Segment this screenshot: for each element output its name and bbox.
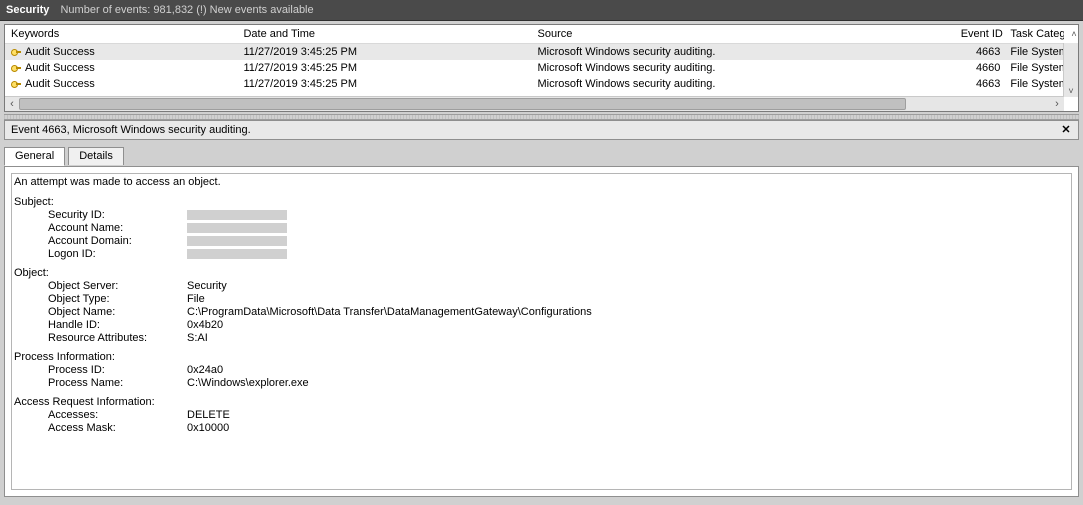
section-title: Object: (12, 267, 1071, 280)
scroll-down-icon[interactable]: ˅ (1064, 85, 1078, 97)
scroll-right-icon[interactable]: › (1050, 97, 1064, 111)
vertical-scrollbar[interactable]: ˅ (1063, 43, 1078, 97)
col-eventid[interactable]: Event ID (955, 25, 1005, 43)
horizontal-scrollbar[interactable]: ‹ › (5, 96, 1064, 111)
field-row: Accesses:DELETE (12, 409, 1071, 422)
redacted-value (187, 249, 287, 259)
field-row: Process ID:0x24a0 (12, 364, 1071, 377)
field-row: Process Name:C:\Windows\explorer.exe (12, 377, 1071, 390)
tab-details[interactable]: Details (68, 147, 124, 165)
redacted-value (187, 223, 287, 233)
field-row: Object Type:File (12, 293, 1071, 306)
event-count: Number of events: 981,832 (!) New events… (60, 4, 313, 16)
redacted-value (187, 236, 287, 246)
details-header: Event 4663, Microsoft Windows security a… (4, 120, 1079, 140)
section-title: Subject: (12, 196, 1071, 209)
field-row: Account Name: (12, 222, 1071, 235)
event-list-header[interactable]: Keywords Date and Time Source Event ID T… (5, 25, 1078, 44)
titlebar: Security Number of events: 981,832 (!) N… (0, 0, 1083, 21)
table-row[interactable]: Audit Success11/27/2019 3:45:25 PMMicros… (5, 76, 1078, 92)
section-title: Access Request Information: (12, 396, 1071, 409)
field-row: Security ID: (12, 209, 1071, 222)
key-icon (11, 47, 21, 57)
section-title: Process Information: (12, 351, 1071, 364)
table-row[interactable]: Audit Success11/27/2019 3:45:25 PMMicros… (5, 60, 1078, 76)
scroll-up-icon[interactable]: ˄ (1064, 25, 1078, 43)
field-row: Resource Attributes:S:AI (12, 332, 1071, 345)
col-keywords[interactable]: Keywords (5, 25, 237, 43)
redacted-value (187, 210, 287, 220)
field-row: Handle ID:0x4b20 (12, 319, 1071, 332)
field-row: Account Domain: (12, 235, 1071, 248)
field-row: Object Server:Security (12, 280, 1071, 293)
key-icon (11, 79, 21, 89)
tab-general[interactable]: General (4, 147, 65, 166)
col-taskcategory[interactable]: Task Category (1004, 25, 1064, 43)
field-row: Logon ID: (12, 248, 1071, 261)
close-button[interactable]: ✕ (1058, 121, 1074, 139)
col-source[interactable]: Source (532, 25, 955, 43)
key-icon (11, 63, 21, 73)
col-datetime[interactable]: Date and Time (237, 25, 531, 43)
tabs: General Details (4, 146, 1079, 167)
general-panel: An attempt was made to access an object.… (11, 173, 1072, 490)
summary-line: An attempt was made to access an object. (12, 176, 1071, 190)
event-list[interactable]: Keywords Date and Time Source Event ID T… (4, 24, 1079, 112)
field-row: Object Name:C:\ProgramData\Microsoft\Dat… (12, 306, 1071, 319)
table-row[interactable]: Audit Success11/27/2019 3:45:25 PMMicros… (5, 44, 1078, 60)
tab-content: An attempt was made to access an object.… (4, 167, 1079, 497)
field-row: Access Mask:0x10000 (12, 422, 1071, 435)
details-title: Event 4663, Microsoft Windows security a… (11, 124, 251, 136)
scrollbar-thumb[interactable] (19, 98, 906, 110)
log-name: Security (6, 4, 49, 16)
scroll-left-icon[interactable]: ‹ (5, 97, 19, 111)
